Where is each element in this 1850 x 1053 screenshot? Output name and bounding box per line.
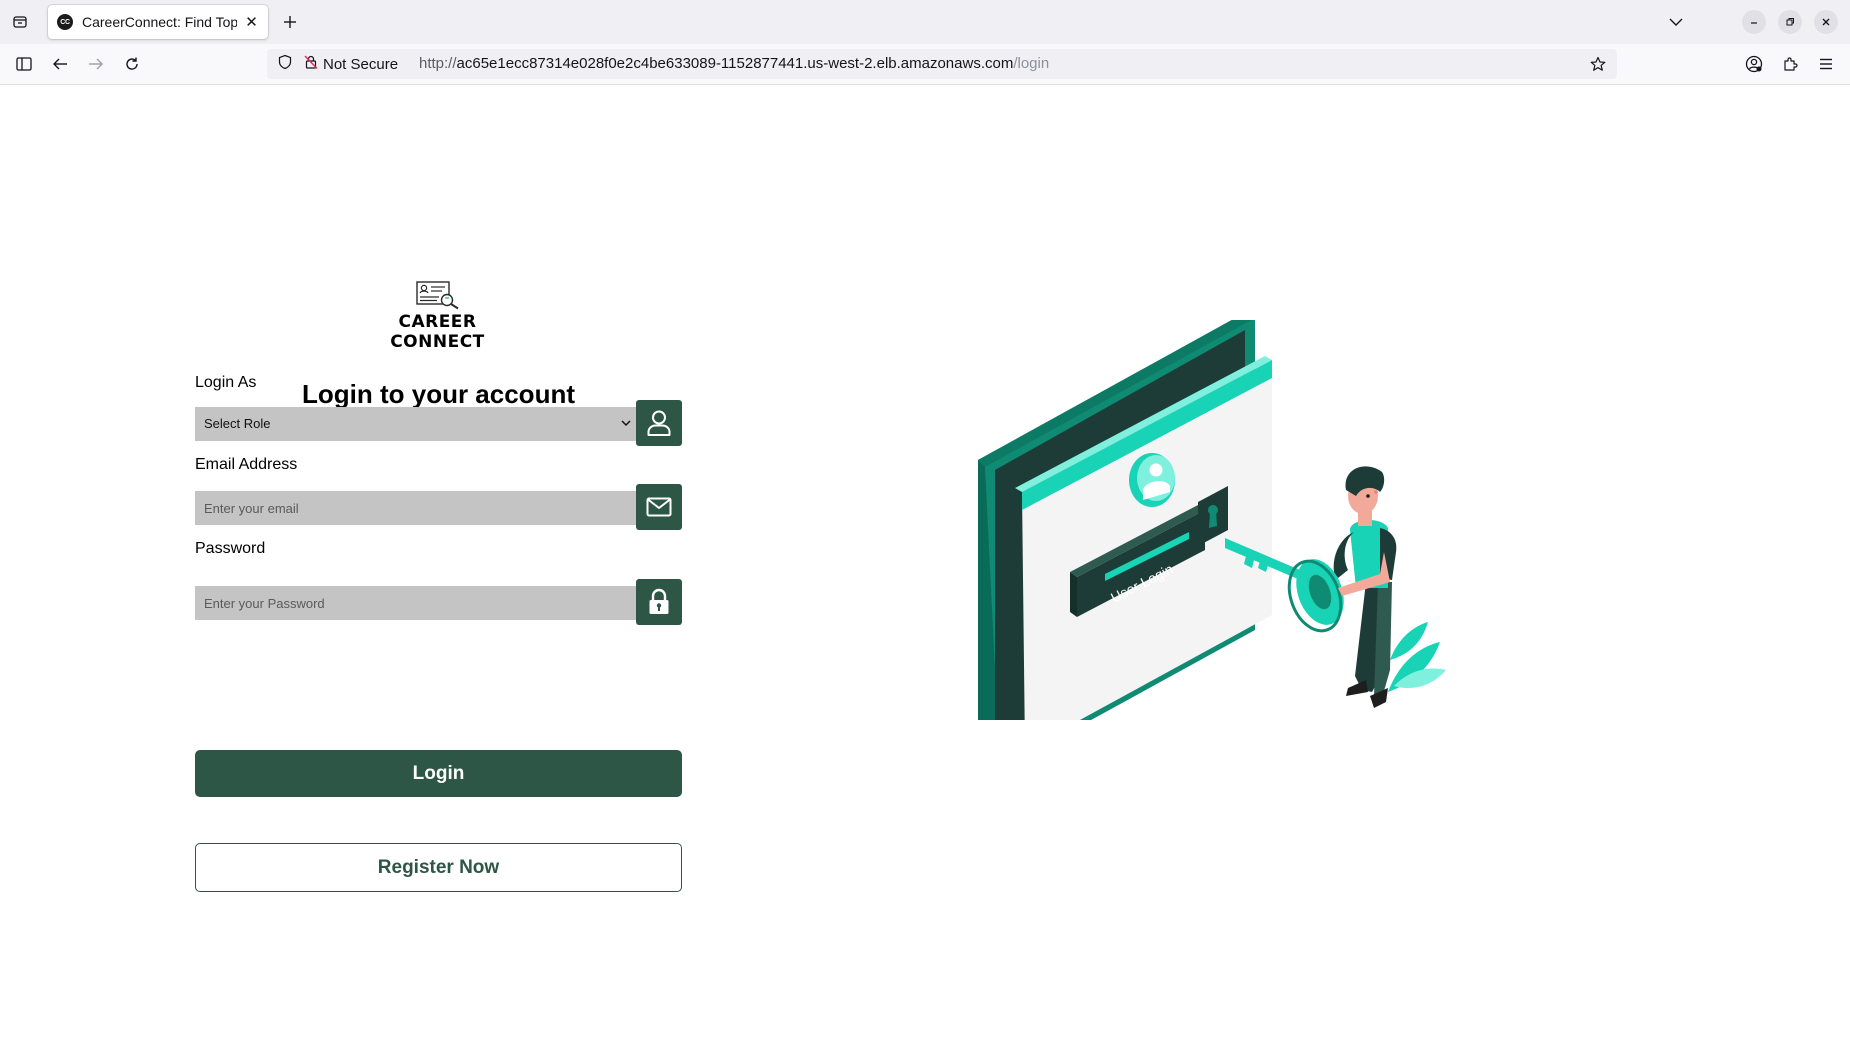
new-tab-icon[interactable] (276, 8, 304, 36)
tab-list-icon[interactable] (6, 8, 34, 36)
role-select-value: Select Role (204, 416, 271, 431)
login-button[interactable]: Login (195, 750, 682, 797)
register-button[interactable]: Register Now (195, 843, 682, 892)
site-security-info[interactable]: Not Secure (277, 49, 398, 79)
brand-name: CAREER CONNECT (390, 312, 485, 352)
login-page: CAREER CONNECT Login to your account Log… (0, 85, 1850, 1053)
url-scheme: http:// (419, 55, 457, 72)
plant-decoration (1388, 622, 1446, 692)
list-all-tabs-icon[interactable] (1662, 8, 1690, 36)
url-path: /login (1013, 55, 1050, 72)
role-label: Login As (195, 374, 257, 391)
account-icon[interactable] (1740, 50, 1768, 78)
person-figure (1333, 466, 1397, 708)
menu-icon[interactable] (1812, 50, 1840, 78)
email-row (195, 484, 682, 535)
chevron-down-icon (621, 420, 631, 427)
bookmark-star-icon[interactable] (1585, 51, 1611, 77)
tab-title: CareerConnect: Find Top (82, 14, 237, 30)
brand-logo[interactable]: CAREER CONNECT (355, 280, 520, 352)
resume-search-icon (415, 281, 459, 310)
restore-icon[interactable] (1778, 10, 1802, 34)
browser-tab-bar: CC CareerConnect: Find Top ✕ (0, 0, 1850, 44)
sidebar-icon[interactable] (10, 50, 38, 78)
envelope-icon (636, 484, 682, 530)
login-illustration: User Login (978, 320, 1446, 720)
email-field[interactable] (195, 491, 637, 525)
password-field[interactable] (195, 586, 637, 620)
password-row (195, 579, 682, 630)
active-tab[interactable]: CC CareerConnect: Find Top ✕ (48, 5, 268, 39)
minimize-icon[interactable] (1742, 10, 1766, 34)
reload-icon[interactable] (118, 50, 146, 78)
browser-nav-bar: Not Secure http://ac65e1ecc87314e028f0e2… (0, 44, 1850, 85)
tab-favicon: CC (57, 14, 73, 30)
insecure-lock-icon (303, 54, 319, 75)
url-bar[interactable]: Not Secure http://ac65e1ecc87314e028f0e2… (267, 49, 1617, 79)
extensions-icon[interactable] (1776, 50, 1804, 78)
url-text[interactable]: http://ac65e1ecc87314e028f0e2c4be633089-… (419, 49, 1049, 79)
role-row: Select Role (195, 400, 682, 451)
tab-close-icon[interactable]: ✕ (243, 13, 260, 31)
email-label: Email Address (195, 456, 298, 473)
user-icon (636, 400, 682, 446)
padlock-icon (636, 579, 682, 625)
not-secure-label: Not Secure (323, 55, 399, 73)
password-label: Password (195, 540, 266, 557)
role-select[interactable]: Select Role (195, 407, 637, 441)
close-window-icon[interactable] (1814, 10, 1838, 34)
url-host: ac65e1ecc87314e028f0e2c4be633089-1152877… (456, 55, 1014, 72)
shield-icon[interactable] (277, 54, 293, 75)
back-icon[interactable] (46, 50, 74, 78)
forward-icon[interactable] (82, 50, 110, 78)
